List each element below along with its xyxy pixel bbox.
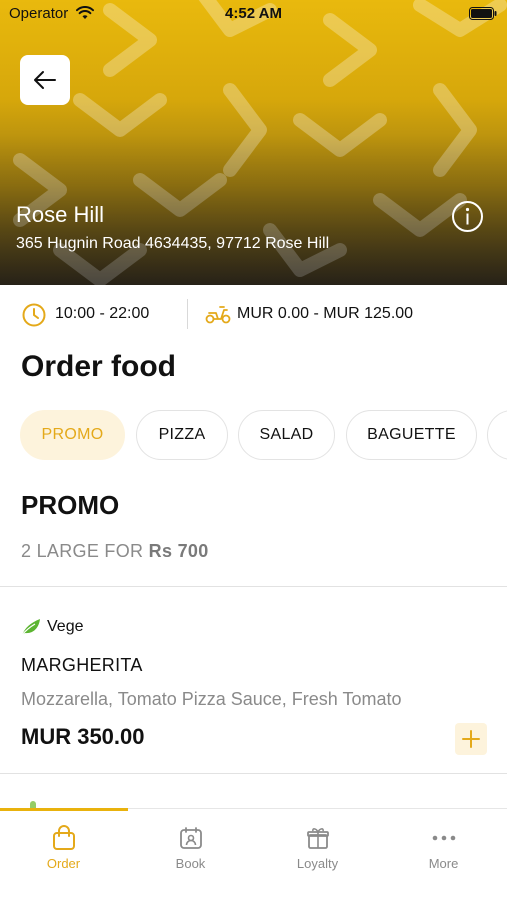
bottom-tab-bar: Order Book Loyalty More [0, 808, 507, 900]
tab-label: Loyalty [296, 856, 339, 871]
bag-icon [52, 825, 75, 850]
more-dots-icon [432, 835, 455, 841]
status-time: 4:52 AM [225, 5, 282, 22]
tab-label: Order [46, 856, 81, 871]
divider [0, 586, 507, 587]
battery-icon [469, 7, 497, 20]
tab-pizza[interactable]: PIZZA [136, 410, 228, 460]
tab-baguette[interactable]: BAGUETTE [346, 410, 477, 460]
tab-label: More [428, 856, 459, 871]
status-bar: Operator 4:52 AM [0, 0, 507, 28]
diet-label: Vege [47, 618, 84, 635]
delivery-fee-range: MUR 0.00 - MUR 125.00 [237, 305, 414, 322]
product-name: MARGHERITA [21, 655, 143, 675]
product-description: Mozzarella, Tomato Pizza Sauce, Fresh To… [21, 689, 402, 709]
calendar-user-icon [179, 827, 202, 849]
tab-next-category[interactable] [487, 410, 507, 460]
tab-promo[interactable]: PROMO [20, 410, 125, 460]
store-name: Rose Hill [16, 202, 105, 227]
next-item-leaf-icon [30, 801, 36, 808]
category-heading: PROMO [21, 490, 120, 520]
plus-icon [462, 730, 480, 748]
category-subtitle: 2 LARGE FOR Rs 700 [21, 541, 209, 561]
page-title: Order food [21, 350, 176, 383]
tab-book[interactable]: Book [127, 809, 254, 879]
tab-salad[interactable]: SALAD [238, 410, 335, 460]
store-address: 365 Hugnin Road 4634435, 97712 Rose Hill [16, 235, 330, 252]
scooter-icon [205, 306, 231, 324]
product-price: MUR 350.00 [21, 724, 145, 749]
opening-hours: 10:00 - 22:00 [55, 305, 150, 322]
store-header: Operator 4:52 AM Rose Hill 365 Hugnin Ro… [0, 0, 507, 285]
vege-badge: Vege [21, 618, 83, 636]
back-button[interactable] [20, 55, 70, 105]
category-tabs: PROMO PIZZA SALAD BAGUETTE [20, 410, 507, 460]
promo-price: Rs 700 [148, 541, 209, 561]
info-icon[interactable] [451, 200, 484, 233]
add-to-cart-button[interactable] [455, 723, 487, 755]
tab-order[interactable]: Order [0, 809, 127, 879]
gift-icon [306, 828, 329, 849]
tab-label: Book [175, 856, 206, 871]
arrow-left-icon [34, 71, 56, 89]
leaf-icon [21, 619, 40, 636]
clock-icon [22, 303, 46, 327]
tab-loyalty[interactable]: Loyalty [254, 809, 381, 879]
store-info-row: 10:00 - 22:00 MUR 0.00 - MUR 125.00 [0, 295, 507, 333]
tab-more[interactable]: More [380, 809, 507, 879]
divider [0, 773, 507, 774]
divider [187, 299, 188, 329]
